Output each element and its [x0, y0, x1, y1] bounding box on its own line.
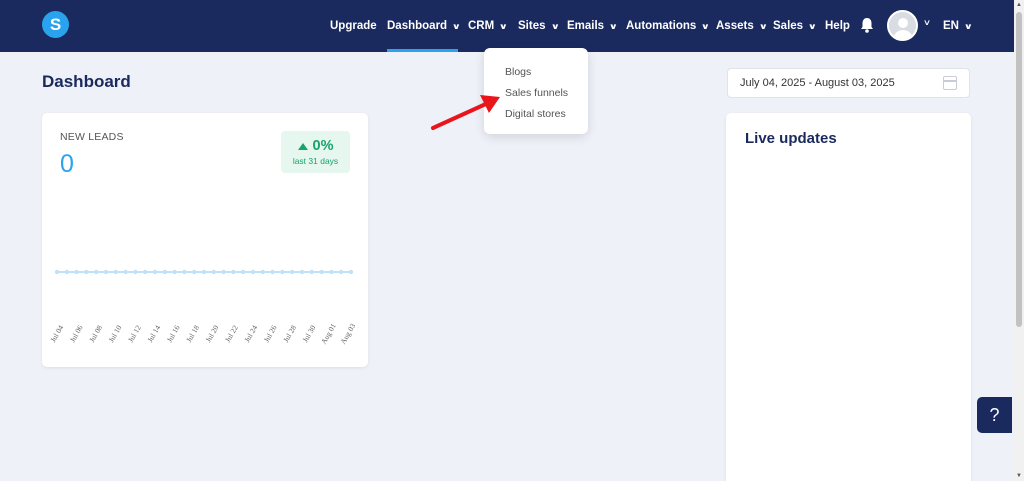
data-point — [192, 269, 197, 275]
user-avatar[interactable] — [887, 10, 918, 41]
data-point — [319, 269, 324, 275]
chevron-down-icon: ∨ — [758, 21, 768, 31]
x-tick-label: Jul 04 — [48, 323, 65, 343]
data-point — [133, 269, 138, 275]
nav-crm[interactable]: CRM ∨ — [468, 0, 509, 52]
brand-logo-letter: S — [49, 14, 62, 34]
top-nav-bar: S Upgrade Dashboard ∨ CRM ∨ Sites ∨ Emails ∨… — [0, 0, 1014, 52]
x-tick-label: Jul 18 — [184, 323, 201, 343]
scrollbar-thumb[interactable] — [1016, 12, 1022, 327]
data-point — [231, 269, 236, 275]
nav-automations[interactable]: Automations ∨ — [626, 0, 711, 52]
data-point — [162, 269, 167, 275]
sites-dropdown-menu: Blogs Sales funnels Digital stores — [484, 48, 588, 134]
avatar-head — [898, 18, 908, 28]
x-tick-label: Jul 22 — [223, 323, 240, 343]
data-point — [221, 269, 226, 275]
chevron-down-icon: ∨ — [498, 21, 509, 31]
data-point — [339, 269, 344, 275]
x-tick-label: Jul 26 — [262, 323, 279, 343]
date-range-picker[interactable]: July 04, 2025 - August 03, 2025 — [727, 68, 970, 98]
chevron-down-icon: ∨ — [807, 21, 817, 31]
data-point — [123, 269, 128, 275]
data-point — [348, 269, 354, 275]
page-scrollbar[interactable]: ▲ ▼ — [1014, 0, 1024, 481]
data-point — [201, 269, 207, 275]
nav-emails[interactable]: Emails ∨ — [567, 0, 618, 52]
chevron-down-icon: ∨ — [963, 21, 973, 31]
chevron-down-icon: ∨ — [550, 21, 560, 31]
help-question-icon: ? — [989, 404, 1000, 425]
data-point — [94, 269, 99, 275]
live-updates-card: Live updates — [726, 113, 971, 481]
x-tick-label: Jul 08 — [87, 323, 104, 343]
data-point — [211, 269, 216, 275]
x-tick-label: Jul 06 — [68, 323, 85, 343]
x-tick-label: Jul 20 — [204, 323, 221, 343]
date-range-value: July 04, 2025 - August 03, 2025 — [740, 77, 895, 89]
data-point — [54, 269, 60, 275]
data-point — [84, 269, 89, 275]
scroll-up-arrow-icon[interactable]: ▲ — [1016, 2, 1022, 8]
nav-help[interactable]: Help — [825, 0, 850, 52]
data-point — [182, 269, 187, 275]
x-tick-label: Jul 14 — [145, 323, 162, 343]
page-title: Dashboard — [42, 72, 131, 91]
chevron-down-icon[interactable]: ∨ — [923, 18, 931, 27]
chevron-down-icon: ∨ — [700, 21, 711, 31]
data-point — [103, 269, 109, 275]
nav-upgrade[interactable]: Upgrade — [330, 0, 377, 52]
avatar-body — [893, 30, 913, 39]
menu-item-digital-stores[interactable]: Digital stores — [505, 108, 566, 120]
data-point — [152, 269, 158, 275]
language-selector[interactable]: EN ∨ — [943, 0, 973, 52]
x-tick-label: Aug 01 — [319, 322, 338, 346]
x-tick-label: Jul 24 — [242, 323, 259, 343]
data-point — [309, 269, 314, 275]
x-tick-label: Jul 10 — [107, 323, 124, 343]
chevron-down-icon: ∨ — [608, 21, 618, 31]
scroll-down-arrow-icon[interactable]: ▼ — [1016, 473, 1022, 479]
data-point — [280, 269, 285, 275]
data-point — [329, 269, 334, 275]
data-point — [74, 269, 79, 275]
bell-icon[interactable] — [860, 17, 874, 33]
data-point — [241, 269, 246, 275]
help-button[interactable]: ? — [977, 397, 1012, 433]
x-tick-label: Jul 12 — [126, 323, 143, 343]
data-point — [260, 269, 265, 275]
nav-sites[interactable]: Sites ∨ — [518, 0, 560, 52]
data-point — [113, 269, 119, 275]
data-point — [290, 269, 295, 275]
x-tick-label: Jul 28 — [281, 323, 298, 343]
menu-item-sales-funnels[interactable]: Sales funnels — [505, 87, 568, 99]
new-leads-line-chart: Jul 04 Jul 06 Jul 08 Jul 10 Jul 12 Jul 14 Jul … — [48, 269, 357, 346]
x-tick-label: Jul 16 — [165, 323, 182, 343]
data-point — [64, 269, 69, 275]
nav-dashboard[interactable]: Dashboard ∨ — [387, 0, 461, 52]
live-updates-title: Live updates — [745, 130, 837, 147]
nav-sales[interactable]: Sales ∨ — [773, 0, 817, 52]
x-tick-label: Aug 03 — [338, 322, 357, 346]
nav-assets[interactable]: Assets ∨ — [716, 0, 768, 52]
data-point — [143, 269, 148, 275]
menu-item-blogs[interactable]: Blogs — [505, 66, 531, 78]
data-point — [299, 269, 305, 275]
new-leads-card: NEW LEADS 0 0% last 31 days Jul 04 Jul 06… — [42, 113, 368, 367]
calendar-icon[interactable] — [943, 76, 957, 90]
data-point — [172, 269, 177, 275]
data-point — [250, 269, 256, 275]
chevron-down-icon: ∨ — [451, 21, 461, 31]
data-point — [270, 269, 275, 275]
x-tick-label: Jul 30 — [301, 323, 318, 343]
brand-logo[interactable]: S — [42, 11, 69, 38]
